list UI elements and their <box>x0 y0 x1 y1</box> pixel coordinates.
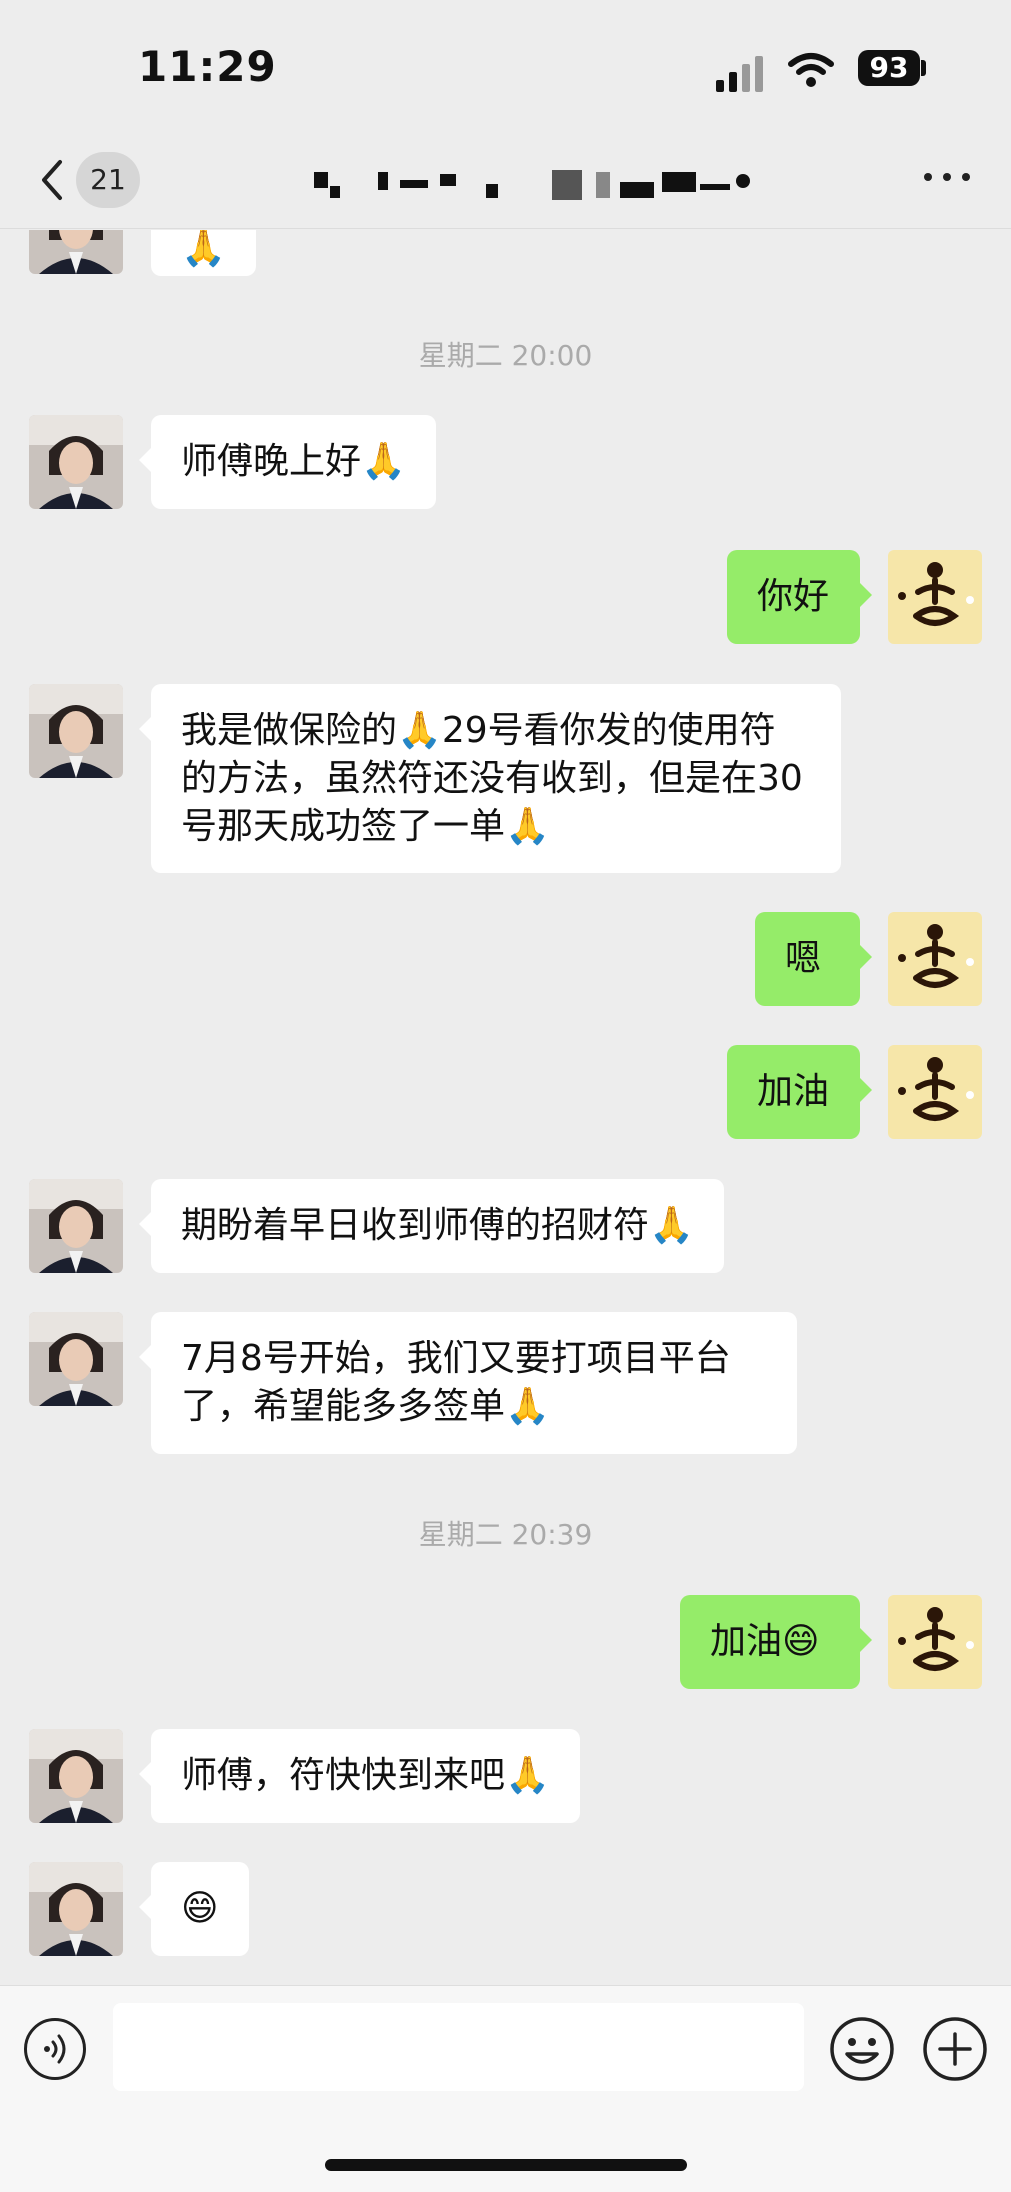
emoji-icon[interactable] <box>829 2016 895 2082</box>
wifi-icon <box>788 53 834 87</box>
my-avatar[interactable] <box>888 1595 982 1689</box>
contact-avatar[interactable] <box>29 684 123 778</box>
chat-bubble-sent[interactable]: 你好 <box>727 550 872 644</box>
cellular-signal-icon <box>716 52 768 92</box>
home-indicator <box>325 2159 687 2171</box>
chat-bubble-received[interactable]: 师傅晚上好🙏 <box>139 415 436 509</box>
chevron-left-icon[interactable] <box>36 156 66 204</box>
chat-bubble-sent[interactable]: 加油😄 <box>680 1595 872 1689</box>
chat-bubble-received[interactable]: 我是做保险的🙏29号看你发的使用符的方法，虽然符还没有收到，但是在30号那天成功… <box>139 684 841 873</box>
unread-count-badge[interactable]: 21 <box>76 152 140 208</box>
timestamp: 星期二 20:00 <box>418 339 593 372</box>
my-avatar[interactable] <box>888 550 982 644</box>
chat-title-redacted <box>290 160 770 208</box>
contact-avatar[interactable] <box>29 1312 123 1406</box>
chat-bubble-sent[interactable]: 嗯 <box>755 912 872 1006</box>
message-input[interactable] <box>113 2003 804 2091</box>
chat-bubble-sent[interactable]: 加油 <box>727 1045 872 1139</box>
chat-bubble-received[interactable]: 7月8号开始，我们又要打项目平台了，希望能多多签单🙏 <box>139 1312 797 1454</box>
contact-avatar[interactable] <box>29 1862 123 1956</box>
my-avatar[interactable] <box>888 912 982 1006</box>
chat-bubble-received[interactable]: 😄 <box>139 1862 249 1956</box>
my-avatar[interactable] <box>888 1045 982 1139</box>
status-time: 11:29 <box>138 42 277 91</box>
chat-bubble-received[interactable]: 师傅，符快快到来吧🙏 <box>139 1729 580 1823</box>
contact-avatar[interactable] <box>29 1729 123 1823</box>
plus-icon[interactable] <box>922 2016 988 2082</box>
status-bar: 11:29 93 <box>0 0 1011 140</box>
contact-avatar[interactable] <box>29 1179 123 1273</box>
timestamp: 星期二 20:39 <box>418 1518 593 1551</box>
contact-avatar[interactable] <box>29 415 123 509</box>
voice-icon[interactable] <box>24 2018 86 2080</box>
more-dots-icon[interactable] <box>924 170 970 184</box>
battery-level: 93 <box>858 50 920 86</box>
battery-tip <box>921 60 926 76</box>
chat-bubble-received[interactable]: 期盼着早日收到师傅的招财符🙏 <box>139 1179 724 1273</box>
